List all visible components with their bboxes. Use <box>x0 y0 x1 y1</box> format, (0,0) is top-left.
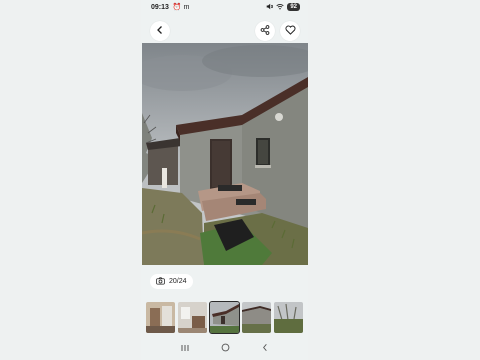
back-button[interactable] <box>150 21 170 41</box>
home-circle-icon[interactable] <box>221 343 230 355</box>
chevron-left-icon <box>155 22 165 40</box>
favorite-button[interactable] <box>280 21 300 41</box>
share-icon <box>260 22 270 40</box>
heart-outline-icon <box>284 22 296 40</box>
recent-apps-icon[interactable] <box>180 344 190 355</box>
share-button[interactable] <box>255 21 275 41</box>
status-time: 09:13 <box>151 3 169 11</box>
main-photo[interactable] <box>142 43 308 265</box>
phone-screen: 09:13 ⏰ m 92 20/24 <box>141 0 308 360</box>
status-bar: 09:13 ⏰ m 92 <box>141 0 308 14</box>
thumbnail-3[interactable] <box>209 301 240 334</box>
status-m-label: m <box>183 3 190 11</box>
thumbnail-strip <box>146 301 304 335</box>
alarm-icon: ⏰ <box>172 4 182 11</box>
mute-icon <box>266 3 274 12</box>
thumbnail-4[interactable] <box>242 302 271 333</box>
battery-indicator: 92 <box>287 3 300 11</box>
thumbnail-5[interactable] <box>274 302 303 333</box>
status-right-icons: 92 <box>266 3 300 12</box>
thumbnail-2[interactable] <box>178 302 207 333</box>
wifi-icon <box>276 3 284 12</box>
top-bar <box>141 18 308 44</box>
back-chevron-icon[interactable] <box>261 343 269 355</box>
thumbnail-1[interactable] <box>146 302 175 333</box>
system-nav-bar <box>141 338 308 360</box>
camera-icon <box>156 276 165 287</box>
photo-counter-text: 20/24 <box>169 278 187 285</box>
status-left-icons: ⏰ m <box>172 3 190 12</box>
photo-counter[interactable]: 20/24 <box>150 274 193 289</box>
